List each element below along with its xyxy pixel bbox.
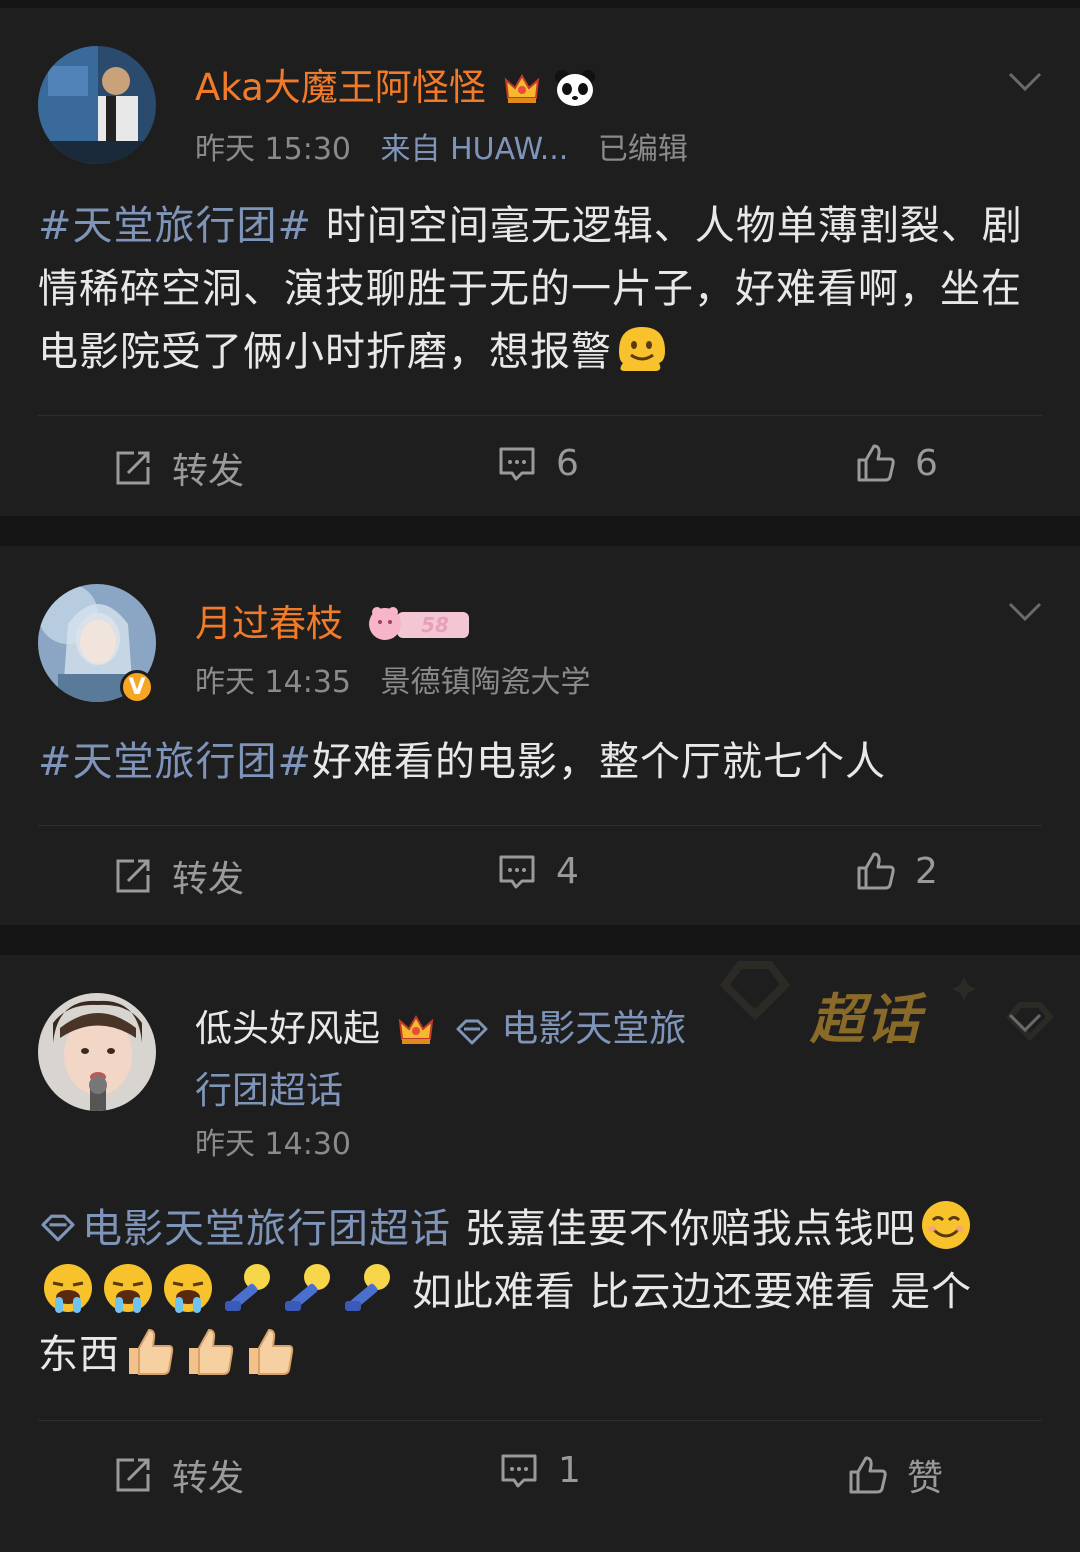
divider [38,825,1042,826]
post-text: 如此难看 比云边还要难看 是个 [398,1269,973,1315]
post-meta: 昨天 14:30 [195,1125,351,1165]
super-topic-icon [448,1009,490,1053]
chevron-down-icon[interactable] [1008,602,1042,622]
like-count: 2 [915,850,938,892]
chevron-down-icon[interactable] [1008,72,1042,92]
member-level-badge: 58 [355,604,471,648]
avatar[interactable] [38,46,156,164]
comment-count: 4 [556,850,579,892]
comment-button[interactable]: 6 [496,442,579,484]
gavel-emoji [341,1261,395,1315]
repost-label: 转发 [172,451,245,492]
chevron-down-icon[interactable] [1008,1013,1042,1033]
gavel-emoji [221,1261,275,1315]
repost-label: 转发 [172,1458,245,1499]
like-count: 6 [915,442,938,484]
username[interactable]: Aka大魔王阿怪怪 [195,66,597,112]
smiling-face-emoji [919,1198,973,1252]
post-content: 电影天堂旅行团超话 张嘉佳要不你赔我点钱吧 如此难看 比云边还要难看 是个 东西 [38,1198,1040,1387]
thumbs-up-emoji [243,1324,297,1378]
edited-label: 已编辑 [597,132,688,167]
post-text: 张嘉佳要不你赔我点钱吧 [451,1206,916,1252]
comment-button[interactable]: 1 [498,1449,581,1491]
repost-button[interactable]: 转发 [112,1449,244,1501]
repost-icon [116,451,150,485]
drooling-face-emoji [101,1261,155,1315]
super-topic-link[interactable]: 电影天堂旅 [501,1007,686,1050]
verified-badge: V [120,670,154,704]
comment-button[interactable]: 4 [496,850,579,892]
drooling-face-emoji [161,1261,215,1315]
super-topic-text: 电影天堂旅行团超话 [82,1206,451,1252]
comment-icon [499,447,535,481]
thumbs-up-icon [849,1456,887,1494]
post-time: 昨天 14:35 [195,665,351,700]
repost-button[interactable]: 转发 [112,850,244,902]
repost-button[interactable]: 转发 [112,442,244,494]
thumbs-up-icon [857,852,895,890]
post-card: 超话 低头好风起 电影天堂旅 行团超话 昨天 14:30 电影天堂旅行团超话 张… [0,955,1080,1552]
panda-badge-icon [553,68,597,112]
divider [38,1420,1042,1421]
repost-icon [116,859,150,893]
avatar[interactable] [38,993,156,1111]
repost-label: 转发 [172,859,245,900]
post-text: 好难看的电影，整个厅就七个人 [312,739,887,785]
topic-link[interactable]: #天堂旅行团# [38,203,312,249]
topic-link[interactable]: #天堂旅行团# [38,739,312,785]
thumbs-up-emoji [123,1324,177,1378]
username[interactable]: 低头好风起 电影天堂旅 [195,1007,686,1053]
post-text: 东西 [38,1332,120,1378]
thumbs-up-icon [857,444,895,482]
super-topic-link[interactable]: 电影天堂旅行团超话 [38,1206,451,1252]
thumbs-up-emoji [183,1324,237,1378]
post-content: #天堂旅行团#好难看的电影，整个厅就七个人 [38,731,1040,794]
super-topic-link-continued[interactable]: 行团超话 [195,1069,343,1113]
svg-text:58: 58 [421,613,449,637]
repost-icon [116,1458,150,1492]
super-topic-label: 超话 [810,988,922,1050]
username[interactable]: 月过春枝 58 [195,602,471,648]
like-button[interactable]: 2 [855,850,938,892]
melting-face-emoji [615,321,669,375]
post-source[interactable]: 来自 HUAW... [381,132,569,167]
like-button[interactable]: 6 [855,442,938,484]
post-content: #天堂旅行团# 时间空间毫无逻辑、人物单薄割裂、剧情稀碎空洞、演技聊胜于无的一片… [38,195,1040,384]
post-meta: 昨天 14:35 景德镇陶瓷大学 [195,663,591,703]
gavel-emoji [281,1261,335,1315]
post-time: 昨天 14:30 [195,1127,351,1162]
comment-count: 6 [556,442,579,484]
comment-icon [501,1454,537,1488]
post-meta: 昨天 15:30 来自 HUAW... 已编辑 [195,130,688,170]
like-button[interactable]: 赞 [847,1449,943,1501]
post-card: V 月过春枝 58 昨天 14:35 景德镇陶瓷大学 #天堂旅行团#好难看的电影… [0,546,1080,925]
drooling-face-emoji [41,1261,95,1315]
like-label: 赞 [907,1458,944,1499]
crown-badge-icon [498,68,542,112]
post-source: 景德镇陶瓷大学 [380,665,591,700]
super-topic-watermark: 超话 [660,955,1080,1050]
crown-badge-icon [392,1009,436,1053]
post-time: 昨天 15:30 [195,132,351,167]
post-card: Aka大魔王阿怪怪 昨天 15:30 来自 HUAW... 已编辑 #天堂旅行团… [0,8,1080,516]
comment-icon [499,855,535,889]
comment-count: 1 [558,1449,581,1491]
divider [38,415,1042,416]
